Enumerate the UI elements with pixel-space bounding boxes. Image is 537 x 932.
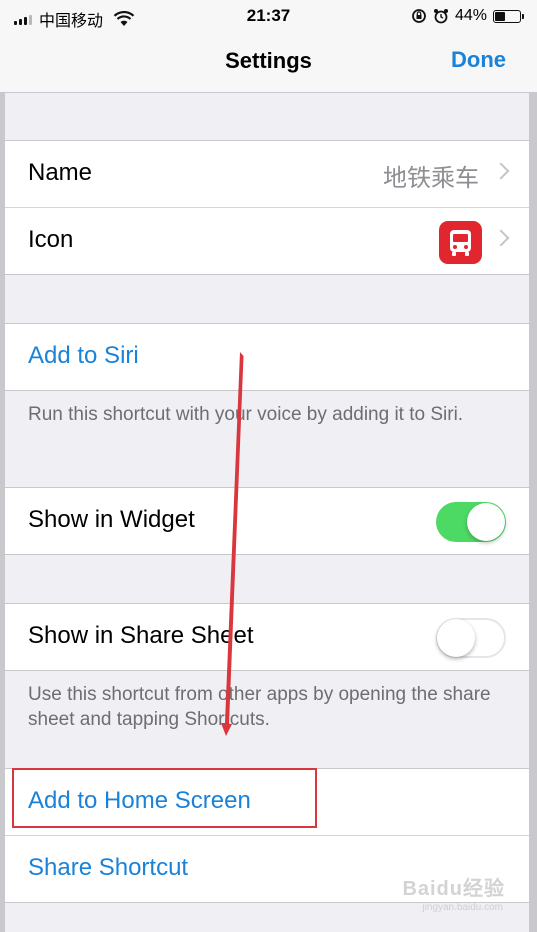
show-in-share-sheet-toggle[interactable] <box>436 618 506 658</box>
navigation-bar: Settings Done <box>0 34 537 93</box>
name-row[interactable]: Name 地铁乘车 <box>5 141 529 207</box>
watermark: Baidu经验 <box>402 878 505 900</box>
rotation-lock-icon <box>412 9 426 23</box>
shortcut-details-group: Name 地铁乘车 Icon <box>5 140 529 275</box>
name-label: Name <box>28 159 93 186</box>
icon-label: Icon <box>28 226 74 253</box>
battery-icon <box>493 9 524 23</box>
show-in-share-sheet-row: Show in Share Sheet <box>5 604 529 670</box>
toggle-knob <box>467 503 505 541</box>
show-in-share-sheet-label: Show in Share Sheet <box>28 622 254 649</box>
show-in-widget-row: Show in Widget <box>5 488 529 554</box>
chevron-right-icon <box>492 229 510 247</box>
right-frame-edge <box>529 0 537 932</box>
icon-row[interactable]: Icon <box>5 207 529 274</box>
widget-group: Show in Widget <box>5 487 529 555</box>
battery-percent: 44% <box>454 7 487 24</box>
status-right: 44% <box>411 7 524 25</box>
show-in-widget-label: Show in Widget <box>28 506 195 533</box>
siri-footer: Run this shortcut with your voice by add… <box>28 404 464 425</box>
alarm-icon <box>433 9 448 24</box>
share-sheet-group: Show in Share Sheet <box>5 603 529 671</box>
watermark-url: jingyan.baidu.com <box>422 902 503 913</box>
bus-icon <box>439 221 482 264</box>
status-bar: 中国移动 21:37 44% <box>0 0 537 34</box>
add-to-siri-row[interactable]: Add to Siri <box>5 324 529 390</box>
chevron-right-icon <box>492 162 510 180</box>
name-value: 地铁乘车 <box>383 165 479 192</box>
siri-group: Add to Siri <box>5 323 529 391</box>
done-button[interactable]: Done <box>451 47 506 73</box>
toggle-knob <box>437 619 475 657</box>
show-in-widget-toggle[interactable] <box>436 502 506 542</box>
battery-fill <box>495 11 506 21</box>
share-sheet-footer: Use this shortcut from other apps by ope… <box>28 684 491 730</box>
add-to-siri-button[interactable]: Add to Siri <box>28 342 139 370</box>
share-shortcut-button[interactable]: Share Shortcut <box>28 854 188 882</box>
annotation-highlight-box <box>12 768 317 828</box>
